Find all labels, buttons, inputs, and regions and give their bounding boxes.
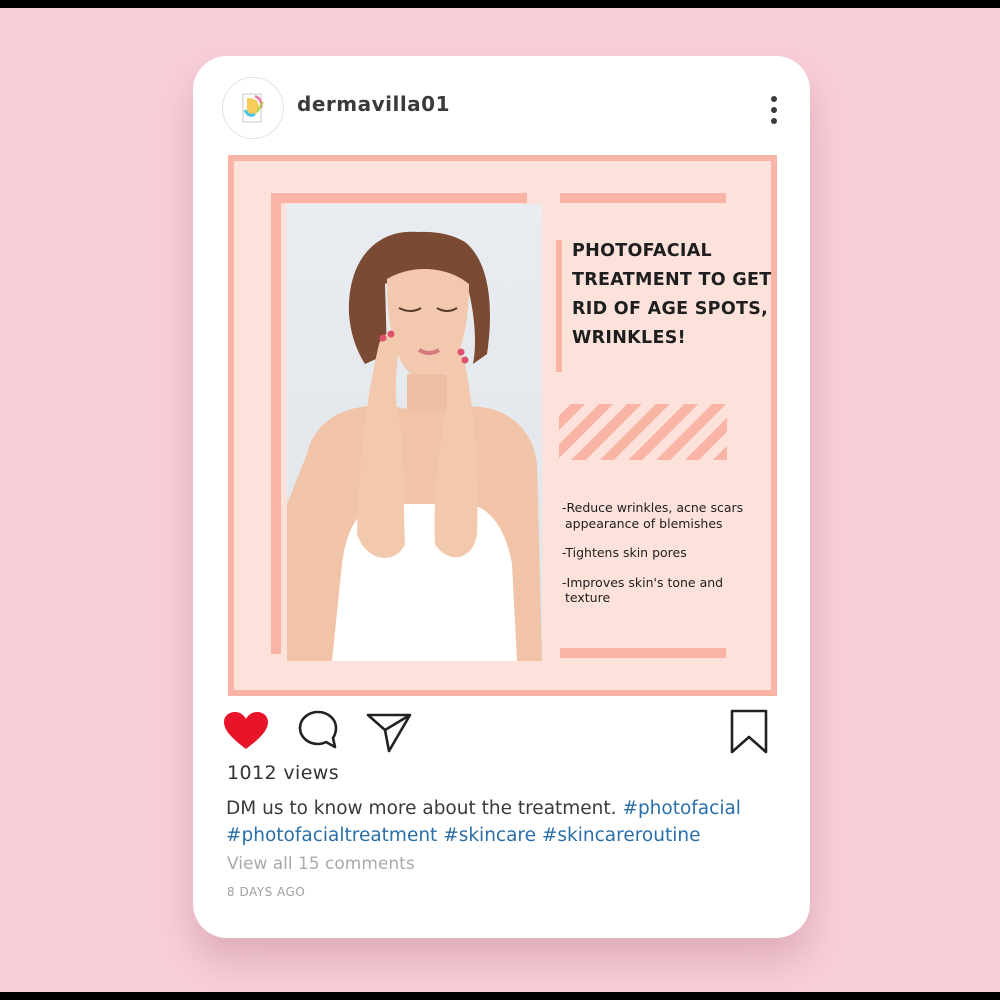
benefit-item: -Improves skin's tone and texture xyxy=(562,574,724,606)
post-card: dermavilla01 PHOTOFACIAL TREATMENT TO GE… xyxy=(193,56,810,938)
view-count: 1012 views xyxy=(227,762,340,784)
hashtag-link[interactable]: #skincare xyxy=(443,825,536,846)
benefit-item: -Tightens skin pores xyxy=(562,545,687,560)
page-background: dermavilla01 PHOTOFACIAL TREATMENT TO GE… xyxy=(0,8,1000,992)
view-all-comments-link[interactable]: View all 15 comments xyxy=(227,854,415,874)
caption: DM us to know more about the treatment. … xyxy=(226,795,796,849)
hashtag-link[interactable]: #skincareroutine xyxy=(542,825,701,846)
bookmark-icon[interactable] xyxy=(729,709,769,755)
woman-touching-face-photo xyxy=(287,204,542,661)
hashtag-link[interactable]: #photofacialtreatment xyxy=(226,825,437,846)
post-image[interactable]: PHOTOFACIAL TREATMENT TO GET RID OF AGE … xyxy=(228,155,777,696)
heart-icon[interactable] xyxy=(223,711,269,751)
frame-bar-bottom-right xyxy=(560,648,726,658)
comment-icon[interactable] xyxy=(297,709,339,751)
headline: PHOTOFACIAL TREATMENT TO GET RID OF AGE … xyxy=(572,241,772,348)
frame-bar-left xyxy=(271,193,281,654)
avatar[interactable] xyxy=(222,77,284,139)
post-timestamp: 8 DAYS AGO xyxy=(227,885,306,899)
send-icon[interactable] xyxy=(365,710,413,754)
caption-text: DM us to know more about the treatment. xyxy=(226,798,617,819)
headline-accent-bar xyxy=(556,240,562,372)
action-bar xyxy=(193,706,810,766)
frame-bar-top-left xyxy=(271,193,527,203)
frame-bar-top-right xyxy=(560,193,726,203)
more-vertical-icon[interactable] xyxy=(763,94,785,126)
hashtag-link[interactable]: #photofacial xyxy=(622,798,741,819)
username[interactable]: dermavilla01 xyxy=(297,92,450,116)
benefit-list: -Reduce wrinkles, acne scars appearance … xyxy=(561,500,751,620)
post-header: dermavilla01 xyxy=(193,56,810,156)
dermavilla-logo-icon xyxy=(242,93,264,123)
benefit-item: -Reduce wrinkles, acne scars appearance … xyxy=(562,500,744,531)
striped-decoration xyxy=(559,404,727,460)
